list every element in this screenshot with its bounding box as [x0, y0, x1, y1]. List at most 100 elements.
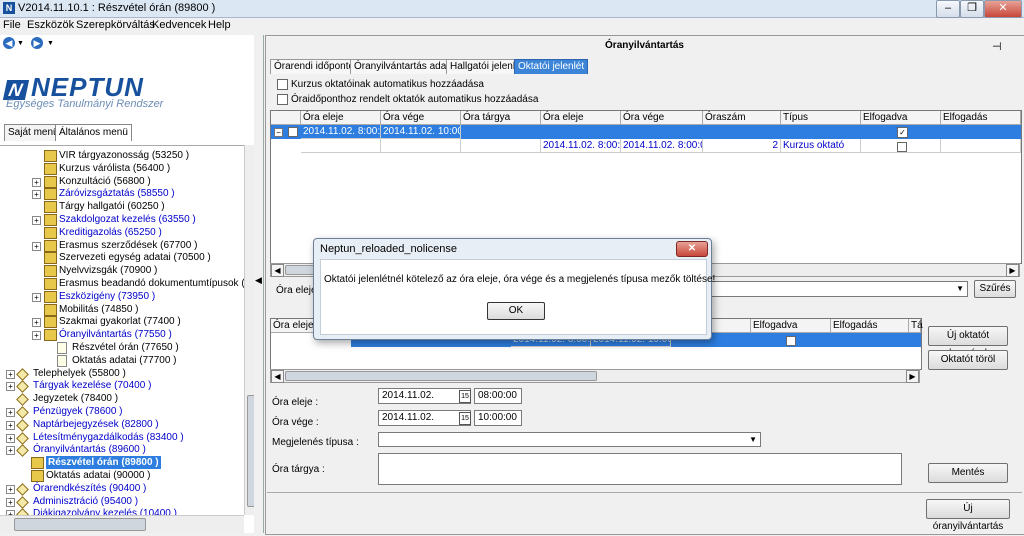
expand-icon[interactable]: +	[32, 177, 41, 187]
back-icon[interactable]: ◀	[3, 37, 15, 49]
grid-cell[interactable]: 2014.11.02. 8:00:00	[301, 125, 381, 139]
grid-cell[interactable]: 2014.11.02. 8:00:00	[621, 139, 703, 153]
tree-item[interactable]: + Adminisztráció (95400 )	[0, 495, 244, 509]
tree-item[interactable]: Szervezeti egység adatai (70500 )	[0, 251, 244, 265]
tree-item[interactable]: Jegyzetek (78400 )	[0, 392, 244, 407]
accepted-checkbox[interactable]	[786, 336, 796, 346]
expand-icon[interactable]: +	[32, 216, 41, 225]
grid-header[interactable]: Óra vége	[381, 111, 461, 125]
expand-icon[interactable]: +	[32, 292, 41, 302]
calendar-icon[interactable]: 15	[459, 412, 471, 425]
save-button[interactable]: Mentés	[928, 463, 1008, 483]
grid-header[interactable]: Óra vége	[621, 111, 703, 125]
expand-icon[interactable]: +	[6, 420, 15, 430]
expand-icon[interactable]: +	[6, 382, 15, 392]
tree-item[interactable]: + Záróvizsgáztatás (58550 )	[0, 187, 244, 201]
menu-kedvencek[interactable]: Kedvencek	[152, 19, 206, 31]
tree-item[interactable]: Erasmus beadandó dokumentumtípusok (1585…	[0, 277, 244, 290]
tree-item[interactable]: VIR tárgyazonosság (53250 )	[0, 149, 244, 162]
filter-button[interactable]: Szűrés	[974, 280, 1016, 298]
grid-cell[interactable]	[461, 139, 541, 153]
tree-item[interactable]: + Szakmai gyakorlat (77400 )	[0, 315, 244, 329]
grid-header[interactable]: Óra tárgya	[461, 111, 541, 125]
tree-item[interactable]: Nyelvvizsgák (70900 )	[0, 264, 244, 278]
grid-cell[interactable]: 2014.11.02. 8:00:00	[541, 139, 621, 153]
tree-item[interactable]: + Óranyilvántartás (89600 )	[0, 443, 244, 458]
tree-item[interactable]: Részvétel órán (89800 )	[0, 456, 244, 470]
scroll-right-icon[interactable]: ▶	[906, 370, 919, 383]
grid-header[interactable]: Elfogadás dátuma	[831, 319, 909, 345]
grid-header[interactable]: Elfogadva	[751, 319, 831, 333]
expand-icon[interactable]: +	[32, 318, 41, 328]
start-date-input[interactable]: 2014.11.02.	[378, 388, 471, 404]
grid-cell[interactable]	[941, 139, 1021, 153]
tree-item[interactable]: Kurzus várólista (56400 )	[0, 162, 244, 175]
forward-icon[interactable]: ▶	[31, 37, 43, 49]
pin-icon[interactable]: ⊣	[992, 40, 1002, 53]
back-dropdown-icon[interactable]: ▼	[17, 40, 24, 47]
grid-cell[interactable]: 2014.11.02. 10:00:0	[381, 125, 461, 139]
add-teacher-button[interactable]: Új oktatót hozzáad	[928, 326, 1008, 359]
auto-add-course-teachers-checkbox[interactable]	[277, 79, 288, 90]
grid-cell[interactable]	[301, 139, 381, 153]
scroll-right-icon[interactable]: ▶	[1006, 264, 1019, 277]
close-button[interactable]: ✕	[984, 0, 1022, 18]
restore-button[interactable]: ❐	[960, 0, 984, 18]
new-record-button[interactable]: Új óranyilvántartás	[926, 499, 1010, 532]
panel-splitter[interactable]: ◀	[254, 35, 263, 533]
tree-item[interactable]: + Telephelyek (55800 )	[0, 367, 244, 381]
grid-header[interactable]: Óraszám	[703, 111, 781, 125]
menu-szerepkorvaltas[interactable]: Szerepkörváltás	[76, 19, 155, 31]
grid-horizontal-scrollbar[interactable]: ◀ ▶	[270, 369, 920, 383]
grid-header[interactable]: Elfogadva	[861, 111, 941, 125]
tree-item[interactable]: + Pénzügyek (78600 )	[0, 405, 244, 419]
tree-item[interactable]: + Óranyilvántartás (77550 )	[0, 328, 244, 342]
expand-icon[interactable]: +	[6, 497, 15, 507]
menu-help[interactable]: Help	[208, 19, 231, 31]
remove-teacher-button[interactable]: Oktatót töröl	[928, 350, 1008, 370]
collapse-icon[interactable]: −	[274, 128, 283, 137]
grid-header[interactable]: Elfogadás dátuma	[941, 111, 1021, 137]
tree-item[interactable]: + Tárgyak kezelése (70400 )	[0, 379, 244, 394]
menu-file[interactable]: File	[3, 19, 21, 31]
grid-cell[interactable]	[381, 139, 461, 153]
grid-header[interactable]: Óra eleje	[541, 111, 621, 125]
accepted-checkbox[interactable]	[897, 142, 907, 152]
row-checkbox[interactable]	[288, 127, 298, 137]
expand-icon[interactable]: +	[32, 241, 41, 251]
grid-cell[interactable]: 2	[703, 139, 781, 153]
tab-oranyilvantartas-adatai[interactable]: Óranyilvántartás adatai	[350, 59, 461, 74]
grid-header[interactable]: Típus	[781, 111, 861, 125]
scroll-thumb[interactable]	[14, 518, 146, 531]
accepted-checkbox[interactable]: ✓	[897, 127, 908, 138]
tree-item[interactable]: Tárgy hallgatói (60250 )	[0, 200, 244, 214]
expand-icon[interactable]: +	[32, 190, 41, 200]
tab-sajat-menu[interactable]: Saját menü	[4, 124, 63, 141]
end-date-input[interactable]: 2014.11.02.	[378, 410, 471, 426]
tree-item[interactable]: Részvétel órán (77650 )	[0, 341, 244, 354]
tab-altalanos-menu[interactable]: Általános menü	[55, 124, 132, 141]
subject-textarea[interactable]	[378, 453, 902, 485]
tab-oktatoi-jelenlet[interactable]: Oktatói jelenlét	[514, 59, 589, 74]
tree-item[interactable]: + Erasmus szerződések (67700 )	[0, 239, 244, 252]
tree-item[interactable]: Oktatás adatai (90000 )	[0, 469, 244, 482]
tree-item[interactable]: + Eszközigény (73950 )	[0, 290, 244, 303]
minimize-button[interactable]: –	[936, 0, 960, 18]
calendar-icon[interactable]: 15	[459, 390, 471, 403]
scroll-left-icon[interactable]: ◀	[271, 264, 284, 277]
start-time-input[interactable]: 08:00:00	[474, 388, 522, 404]
auto-add-timeslot-teachers-checkbox[interactable]	[277, 94, 288, 105]
tree-item[interactable]: + Naptárbejegyzések (82800 )	[0, 418, 244, 432]
scroll-thumb[interactable]	[285, 371, 597, 381]
tree-item[interactable]: Mobilitás (74850 )	[0, 303, 244, 316]
dialog-close-button[interactable]: ✕	[676, 241, 708, 257]
tree-horizontal-scrollbar[interactable]	[0, 515, 244, 533]
expand-icon[interactable]: +	[32, 331, 41, 341]
menu-eszkozok[interactable]: Eszközök	[27, 19, 74, 31]
scroll-left-icon[interactable]: ◀	[271, 370, 284, 383]
tree-item[interactable]: + Létesítménygazdálkodás (83400 )	[0, 431, 244, 445]
expand-icon[interactable]: +	[6, 369, 15, 379]
grid-header[interactable]: Tá	[909, 319, 923, 333]
expand-icon[interactable]: +	[6, 433, 15, 443]
forward-dropdown-icon[interactable]: ▼	[47, 40, 54, 47]
